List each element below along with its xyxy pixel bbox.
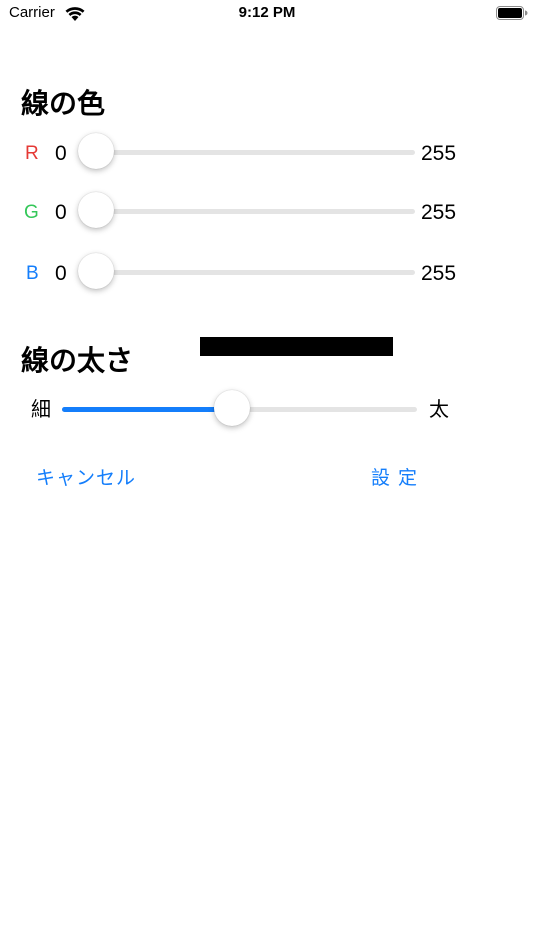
cancel-button[interactable]: キャンセル [36, 469, 136, 488]
battery-icon [496, 6, 528, 20]
slider-track [96, 209, 415, 214]
green-slider[interactable] [78, 191, 415, 231]
blue-min-label: 0 [55, 262, 67, 285]
slider-track [96, 270, 415, 275]
line-width-slider[interactable] [62, 389, 417, 429]
red-max-label: 255 [421, 142, 457, 165]
blue-max-label: 255 [421, 262, 457, 285]
slider-thumb[interactable] [78, 192, 114, 228]
blue-slider[interactable] [78, 252, 415, 292]
status-bar: Carrier 9:12 PM [0, 0, 534, 30]
slider-thumb[interactable] [78, 133, 114, 169]
line-color-title: 線の色 [21, 87, 106, 120]
set-button[interactable]: 設 定 [371, 469, 418, 488]
thin-label: 細 [31, 397, 51, 421]
slider-thumb[interactable] [78, 253, 114, 289]
green-channel-label: G [24, 202, 39, 223]
slider-thumb[interactable] [214, 390, 251, 426]
red-channel-label: R [25, 143, 39, 164]
thick-label: 太 [429, 397, 449, 421]
status-time: 9:12 PM [238, 4, 296, 21]
red-min-label: 0 [55, 142, 67, 165]
green-max-label: 255 [421, 201, 457, 224]
red-slider[interactable] [78, 132, 415, 172]
line-width-title: 線の太さ [21, 344, 134, 377]
slider-fill [62, 407, 233, 412]
line-preview [200, 337, 393, 356]
slider-track [96, 150, 415, 155]
blue-channel-label: B [26, 263, 39, 284]
green-min-label: 0 [55, 201, 67, 224]
